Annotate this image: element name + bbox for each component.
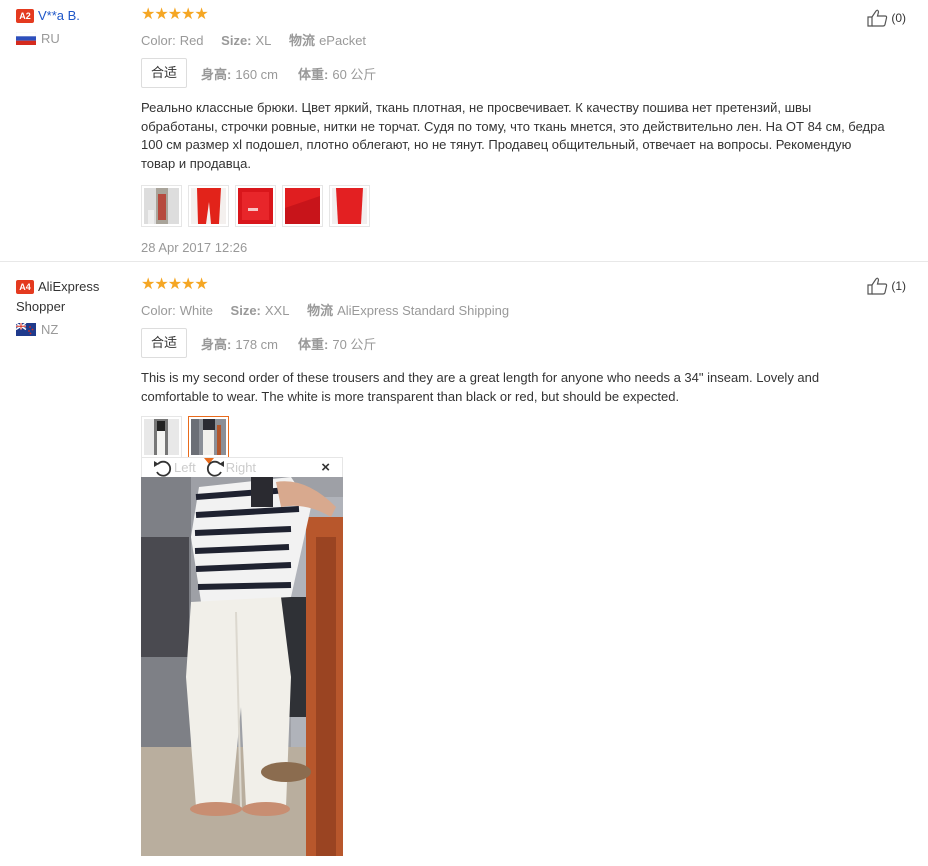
viewer-toolbar: Left Right × [141, 457, 343, 477]
rotate-left-button[interactable]: Left [152, 458, 196, 478]
photo-image [141, 477, 343, 856]
rotate-left-icon [154, 460, 172, 477]
reviewer-info: A2 V**a B. RU [16, 6, 126, 46]
photo-thumbnail[interactable] [141, 416, 182, 458]
photo-thumbnail[interactable] [141, 185, 182, 227]
helpful-count: (1) [891, 279, 906, 293]
photo-viewer: Left Right × [141, 457, 343, 856]
rotate-right-icon [206, 460, 224, 477]
star-rating: ★★★★★ [141, 276, 209, 293]
fit-tag: 合适 [141, 328, 188, 358]
fit-tag: 合适 [141, 58, 188, 88]
thumbs-up-icon [867, 9, 888, 27]
close-viewer-button[interactable]: × [321, 459, 330, 476]
thumbs-up-icon [867, 277, 888, 295]
helpful-button[interactable]: (0) [867, 9, 906, 27]
order-info: Color: Red Size: XL 物流 ePacket [141, 33, 367, 48]
photo-thumbnail[interactable] [235, 185, 276, 227]
review-content: ★★★★★ Color: Red Size: XL 物流 ePacket 合适 身高:… [141, 7, 886, 255]
photo-thumbnail[interactable] [329, 185, 370, 227]
order-info: Color: White Size: XXL 物流 AliExpress Standa… [141, 303, 510, 318]
fit-info: 合适 身高: 178 cm 体重: 70 公斤 [141, 328, 886, 358]
fit-info: 合适 身高: 160 cm 体重: 60 公斤 [141, 58, 886, 88]
review-photos [141, 185, 886, 227]
reviewer-info: A4 AliExpress Shopper NZ [16, 276, 126, 337]
photo-thumbnail-selected[interactable] [188, 416, 229, 464]
helpful-button[interactable]: (1) [867, 277, 906, 295]
review-item: A4 AliExpress Shopper NZ ★★★★★ Color: Whit… [0, 263, 928, 866]
photo-thumbnail[interactable] [188, 185, 229, 227]
review-text: Реально классные брюки. Цвет яркий, ткан… [141, 100, 885, 171]
star-rating: ★★★★★ [141, 6, 209, 23]
review-text: This is my second order of these trouser… [141, 370, 820, 404]
reviewer-country: NZ [16, 322, 126, 337]
level-badge: A2 [16, 8, 34, 23]
reviewer-name[interactable]: V**a B. [38, 8, 80, 23]
helpful-count: (0) [891, 11, 906, 25]
review-date: 28 Apr 2017 12:26 [141, 240, 248, 255]
reviewer-country: RU [16, 31, 126, 46]
flag-ru-icon [16, 32, 36, 45]
review-photos [141, 416, 886, 464]
enlarged-photo [141, 477, 343, 856]
rotate-right-button[interactable]: Right [204, 458, 256, 478]
level-badge: A4 [16, 279, 34, 294]
review-content: ★★★★★ Color: White Size: XXL 物流 AliExpress … [141, 276, 886, 464]
flag-nz-icon [16, 323, 36, 337]
review-item: A2 V**a B. RU ★★★★★ Color: Red Size: XL 物流 e… [0, 0, 928, 262]
photo-thumbnail[interactable] [282, 185, 323, 227]
